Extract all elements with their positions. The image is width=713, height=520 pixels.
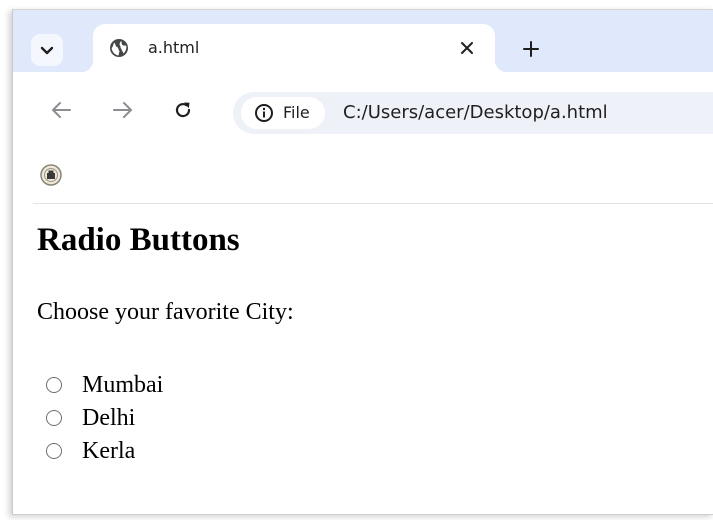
url-text[interactable]: C:/Users/acer/Desktop/a.html <box>343 102 608 124</box>
site-favicon-icon <box>38 164 64 192</box>
radio-label: Kerla <box>82 438 136 464</box>
site-info-chip[interactable]: File <box>241 97 325 129</box>
globe-icon <box>109 38 129 58</box>
browser-window: a.html File C:/Users/acer/Desktop/a.html… <box>12 9 713 515</box>
page-content: Radio Buttons Choose your favorite City:… <box>13 204 713 514</box>
toolbar: File C:/Users/acer/Desktop/a.html <box>13 72 713 186</box>
radio-button[interactable] <box>46 443 62 459</box>
radio-option-mumbai[interactable]: Mumbai <box>46 368 163 402</box>
site-chip-label: File <box>283 103 310 122</box>
question-text: Choose your favorite City: <box>37 299 294 325</box>
page-title: Radio Buttons <box>37 222 240 258</box>
arrow-right-icon <box>112 101 134 123</box>
forward-button[interactable] <box>109 98 137 126</box>
tab-search-button[interactable] <box>31 34 63 66</box>
radio-label: Delhi <box>82 405 136 431</box>
arrow-left-icon <box>50 101 72 123</box>
radio-option-kerla[interactable]: Kerla <box>46 434 135 468</box>
reload-button[interactable] <box>169 98 197 126</box>
plus-icon <box>522 40 540 62</box>
tab-close-button[interactable] <box>456 38 478 60</box>
radio-button[interactable] <box>46 410 62 426</box>
new-tab-button[interactable] <box>517 37 545 65</box>
radio-option-delhi[interactable]: Delhi <box>46 401 135 435</box>
back-button[interactable] <box>47 98 75 126</box>
bookmark-item[interactable] <box>38 162 64 188</box>
radio-button[interactable] <box>46 377 62 393</box>
address-bar[interactable]: File C:/Users/acer/Desktop/a.html <box>233 92 713 134</box>
tab-strip: a.html <box>13 10 713 72</box>
radio-label: Mumbai <box>82 372 164 398</box>
tab-active[interactable]: a.html <box>81 24 507 72</box>
tab-title: a.html <box>148 38 200 57</box>
close-icon <box>460 40 474 59</box>
info-icon <box>254 103 274 127</box>
chevron-down-icon <box>40 41 54 60</box>
reload-icon <box>173 100 193 124</box>
